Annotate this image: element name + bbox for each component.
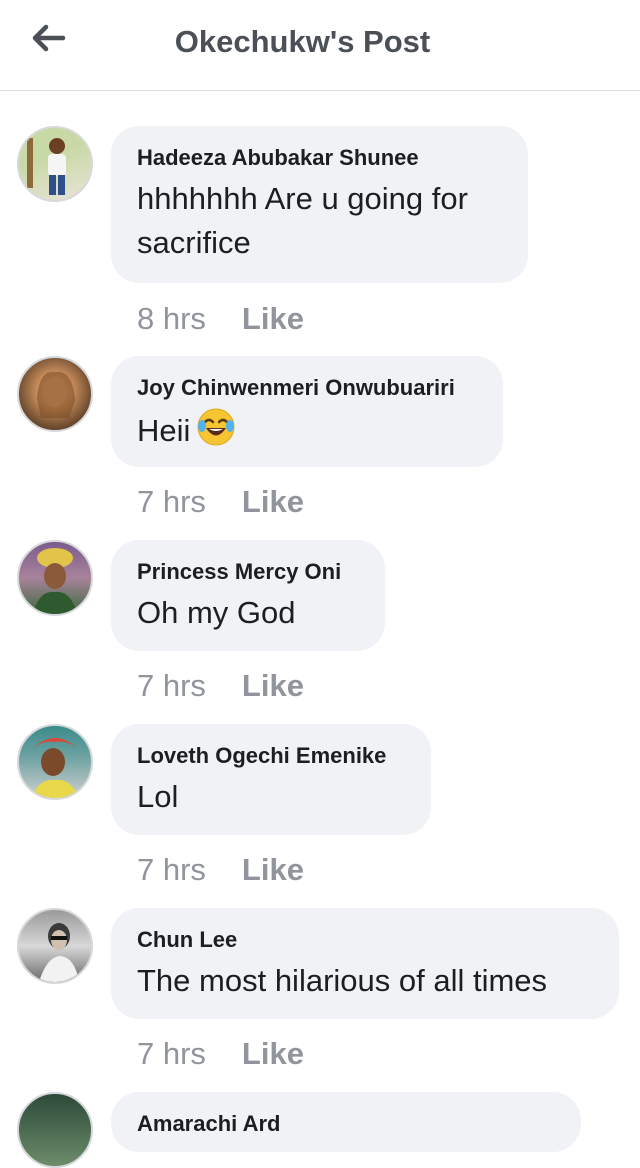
avatar[interactable] bbox=[17, 724, 93, 800]
comment-text: Lol bbox=[137, 779, 179, 814]
like-button[interactable]: Like bbox=[242, 301, 304, 336]
comment-meta: 7 hrs Like bbox=[137, 668, 304, 704]
comment-bubble[interactable]: Joy Chinwenmeri Onwubuariri Heii bbox=[111, 356, 503, 467]
comment-time: 7 hrs bbox=[137, 668, 206, 703]
comment-text: The most hilarious of all times bbox=[137, 963, 548, 998]
comment-bubble[interactable]: Princess Mercy Oni Oh my God bbox=[111, 540, 385, 651]
avatar-photo bbox=[33, 548, 77, 614]
like-button[interactable]: Like bbox=[242, 852, 304, 887]
like-button[interactable]: Like bbox=[242, 668, 304, 703]
comment-author[interactable]: Chun Lee bbox=[137, 925, 593, 955]
comment-text: Heii bbox=[137, 407, 477, 459]
comment-author[interactable]: Hadeeza Abubakar Shunee bbox=[137, 143, 502, 173]
page-title: Okechukw's Post bbox=[174, 24, 431, 59]
comment-author[interactable]: Joy Chinwenmeri Onwubuariri bbox=[137, 373, 477, 403]
top-bar: Okechukw's Post bbox=[0, 0, 640, 91]
avatar-photo bbox=[31, 738, 79, 798]
comment-time: 8 hrs bbox=[137, 301, 206, 336]
avatar-photo bbox=[37, 371, 75, 418]
comment-bubble[interactable]: Loveth Ogechi Emenike Lol bbox=[111, 724, 431, 835]
comment-text: Oh my God bbox=[137, 595, 296, 630]
comment-time: 7 hrs bbox=[137, 852, 206, 887]
avatar[interactable] bbox=[17, 540, 93, 616]
avatar-photo bbox=[27, 138, 66, 195]
face-with-tears-of-joy-icon bbox=[196, 407, 236, 459]
comment-time: 7 hrs bbox=[137, 1036, 206, 1071]
like-button[interactable]: Like bbox=[242, 1036, 304, 1071]
comment-author[interactable]: Princess Mercy Oni bbox=[137, 557, 359, 587]
comment-meta: 7 hrs Like bbox=[137, 1036, 304, 1072]
comment-bubble[interactable]: Chun Lee The most hilarious of all times bbox=[111, 908, 619, 1019]
comment-meta: 8 hrs Like bbox=[137, 301, 304, 337]
avatar[interactable] bbox=[17, 1092, 93, 1168]
avatar[interactable] bbox=[17, 908, 93, 984]
comment-author[interactable]: Loveth Ogechi Emenike bbox=[137, 741, 405, 771]
comment-meta: 7 hrs Like bbox=[137, 484, 304, 520]
comment-author[interactable]: Amarachi Ard bbox=[137, 1109, 555, 1139]
comment-text: hhhhhhh Are u going for sacrifice bbox=[137, 181, 468, 260]
comment-meta: 7 hrs Like bbox=[137, 852, 304, 888]
avatar-photo bbox=[39, 923, 79, 982]
avatar[interactable] bbox=[17, 126, 93, 202]
avatar[interactable] bbox=[17, 356, 93, 432]
comment-bubble[interactable]: Hadeeza Abubakar Shunee hhhhhhh Are u go… bbox=[111, 126, 528, 283]
comment-bubble[interactable]: Amarachi Ard bbox=[111, 1092, 581, 1152]
like-button[interactable]: Like bbox=[242, 484, 304, 519]
comment-time: 7 hrs bbox=[137, 484, 206, 519]
